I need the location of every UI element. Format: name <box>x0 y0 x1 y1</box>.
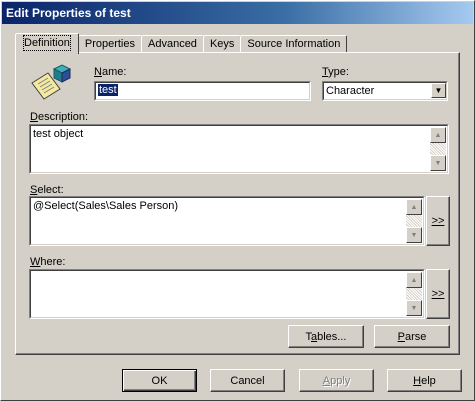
arrow-down-icon: ▼ <box>410 304 418 312</box>
tab-keys[interactable]: Keys <box>202 35 242 53</box>
where-expand-button[interactable]: >> <box>426 269 450 319</box>
where-field[interactable]: ▲ ▼ <box>29 269 425 319</box>
apply-button[interactable]: Apply <box>299 369 374 392</box>
select-expand-button[interactable]: >> <box>426 196 450 246</box>
help-button[interactable]: Help <box>387 369 462 392</box>
select-label: Select: <box>30 184 64 196</box>
description-field[interactable]: test object ▲ ▼ <box>29 124 449 174</box>
tab-properties[interactable]: Properties <box>77 35 142 53</box>
select-scrollbar[interactable]: ▲ ▼ <box>406 199 422 243</box>
definition-panel: Name: test Type: Character ▼ Description… <box>15 52 460 355</box>
type-value: Character <box>326 85 375 97</box>
ok-button[interactable]: OK <box>122 369 197 392</box>
tab-source-information[interactable]: Source Information <box>240 35 348 53</box>
parse-button[interactable]: Parse <box>374 325 450 348</box>
select-value: @Select(Sales\Sales Person) <box>33 200 179 212</box>
arrow-down-icon: ▼ <box>434 159 442 167</box>
scroll-up-button[interactable]: ▲ <box>406 272 422 288</box>
tab-advanced-label: Advanced <box>148 38 197 50</box>
scroll-up-button[interactable]: ▲ <box>430 127 446 143</box>
arrow-up-icon: ▲ <box>434 131 442 139</box>
cancel-button[interactable]: Cancel <box>210 369 285 392</box>
scroll-up-button[interactable]: ▲ <box>406 199 422 215</box>
arrow-up-icon: ▲ <box>410 203 418 211</box>
chevron-down-icon: ▼ <box>434 86 443 95</box>
type-select[interactable]: Character ▼ <box>322 81 448 101</box>
tab-definition[interactable]: Definition <box>15 33 79 54</box>
scroll-down-button[interactable]: ▼ <box>430 155 446 171</box>
description-scrollbar[interactable]: ▲ ▼ <box>430 127 446 171</box>
tab-advanced[interactable]: Advanced <box>141 35 204 53</box>
tab-definition-label: Definition <box>23 35 71 51</box>
arrow-down-icon: ▼ <box>410 231 418 239</box>
name-field[interactable]: test <box>94 81 311 101</box>
name-label: Name: <box>94 66 127 78</box>
tab-properties-label: Properties <box>84 38 135 50</box>
arrow-up-icon: ▲ <box>410 276 418 284</box>
tab-keys-label: Keys <box>209 38 235 50</box>
title-bar[interactable]: Edit Properties of test <box>2 2 473 24</box>
tab-strip: Definition Properties Advanced Keys Sour… <box>15 33 348 54</box>
name-value: test <box>98 84 118 96</box>
window-title: Edit Properties of test <box>6 6 131 20</box>
type-label: Type: <box>322 66 349 78</box>
scroll-down-button[interactable]: ▼ <box>406 300 422 316</box>
object-definition-icon <box>31 64 72 100</box>
where-label: Where: <box>30 256 66 268</box>
description-value: test object <box>33 128 84 140</box>
where-scrollbar[interactable]: ▲ ▼ <box>406 272 422 316</box>
select-field[interactable]: @Select(Sales\Sales Person) ▲ ▼ <box>29 196 425 246</box>
description-label: Description: <box>30 111 89 123</box>
tables-button[interactable]: Tables... <box>288 325 364 348</box>
tab-source-information-label: Source Information <box>247 38 341 50</box>
dialog-window: Edit Properties of test Definition Prope… <box>0 0 475 401</box>
type-dropdown-button[interactable]: ▼ <box>431 83 446 98</box>
scroll-down-button[interactable]: ▼ <box>406 227 422 243</box>
